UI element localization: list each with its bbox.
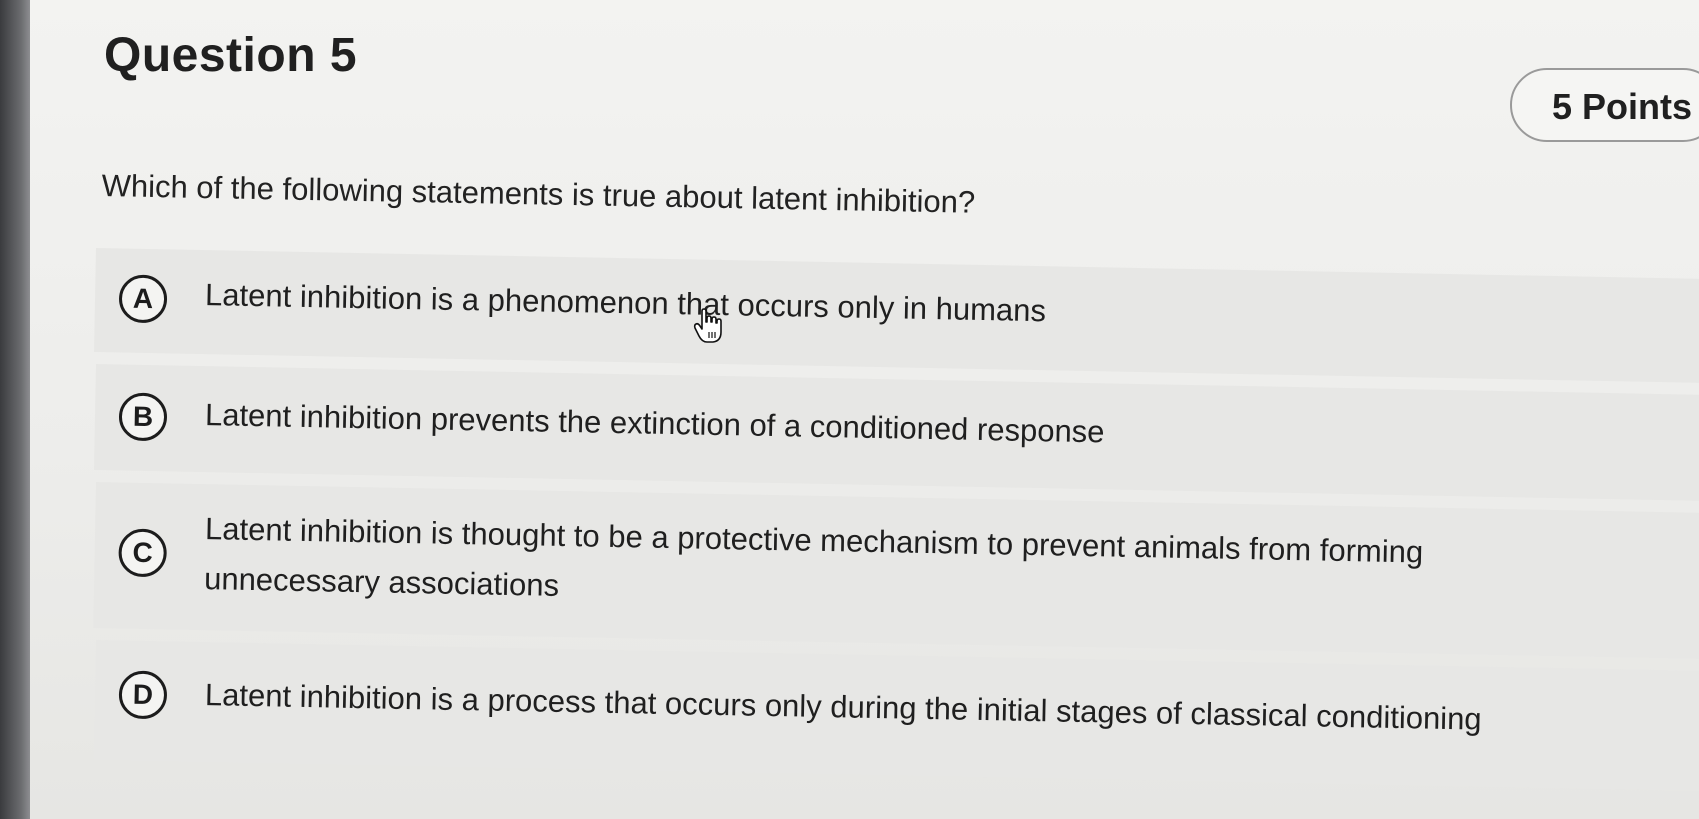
- option-text-line: Latent inhibition is a phenomenon that o…: [204, 277, 1047, 329]
- option-radio-b[interactable]: B: [118, 392, 168, 442]
- option-label-b: Latent inhibition prevents the extinctio…: [205, 390, 1105, 457]
- option-label-c: Latent inhibition is thought to be a pro…: [204, 504, 1424, 627]
- option-text-line: Latent inhibition prevents the extinctio…: [204, 397, 1105, 450]
- question-prompt: Which of the following statements is tru…: [101, 168, 976, 220]
- question-title: Question 5: [104, 29, 358, 82]
- points-label: 5 Points: [1552, 86, 1693, 127]
- option-label-a: Latent inhibition is a phenomenon that o…: [205, 270, 1047, 336]
- answer-option-b[interactable]: B Latent inhibition prevents the extinct…: [93, 364, 1699, 502]
- answer-option-d[interactable]: D Latent inhibition is a process that oc…: [93, 640, 1699, 792]
- answer-option-a[interactable]: A Latent inhibition is a phenomenon that…: [94, 248, 1699, 384]
- option-radio-d[interactable]: D: [118, 670, 168, 720]
- points-badge: 5 Points: [1510, 68, 1699, 142]
- option-label-d: Latent inhibition is a process that occu…: [204, 670, 1482, 745]
- answer-option-c[interactable]: C Latent inhibition is thought to be a p…: [93, 482, 1699, 660]
- option-radio-c[interactable]: C: [118, 528, 168, 578]
- option-radio-a[interactable]: A: [118, 274, 168, 324]
- quiz-page: Question 5 5 Points Which of the followi…: [30, 0, 1699, 819]
- screen-bezel: [0, 0, 30, 819]
- option-text-line: Latent inhibition is a process that occu…: [204, 677, 1482, 737]
- hand-pointer-icon: [693, 308, 722, 343]
